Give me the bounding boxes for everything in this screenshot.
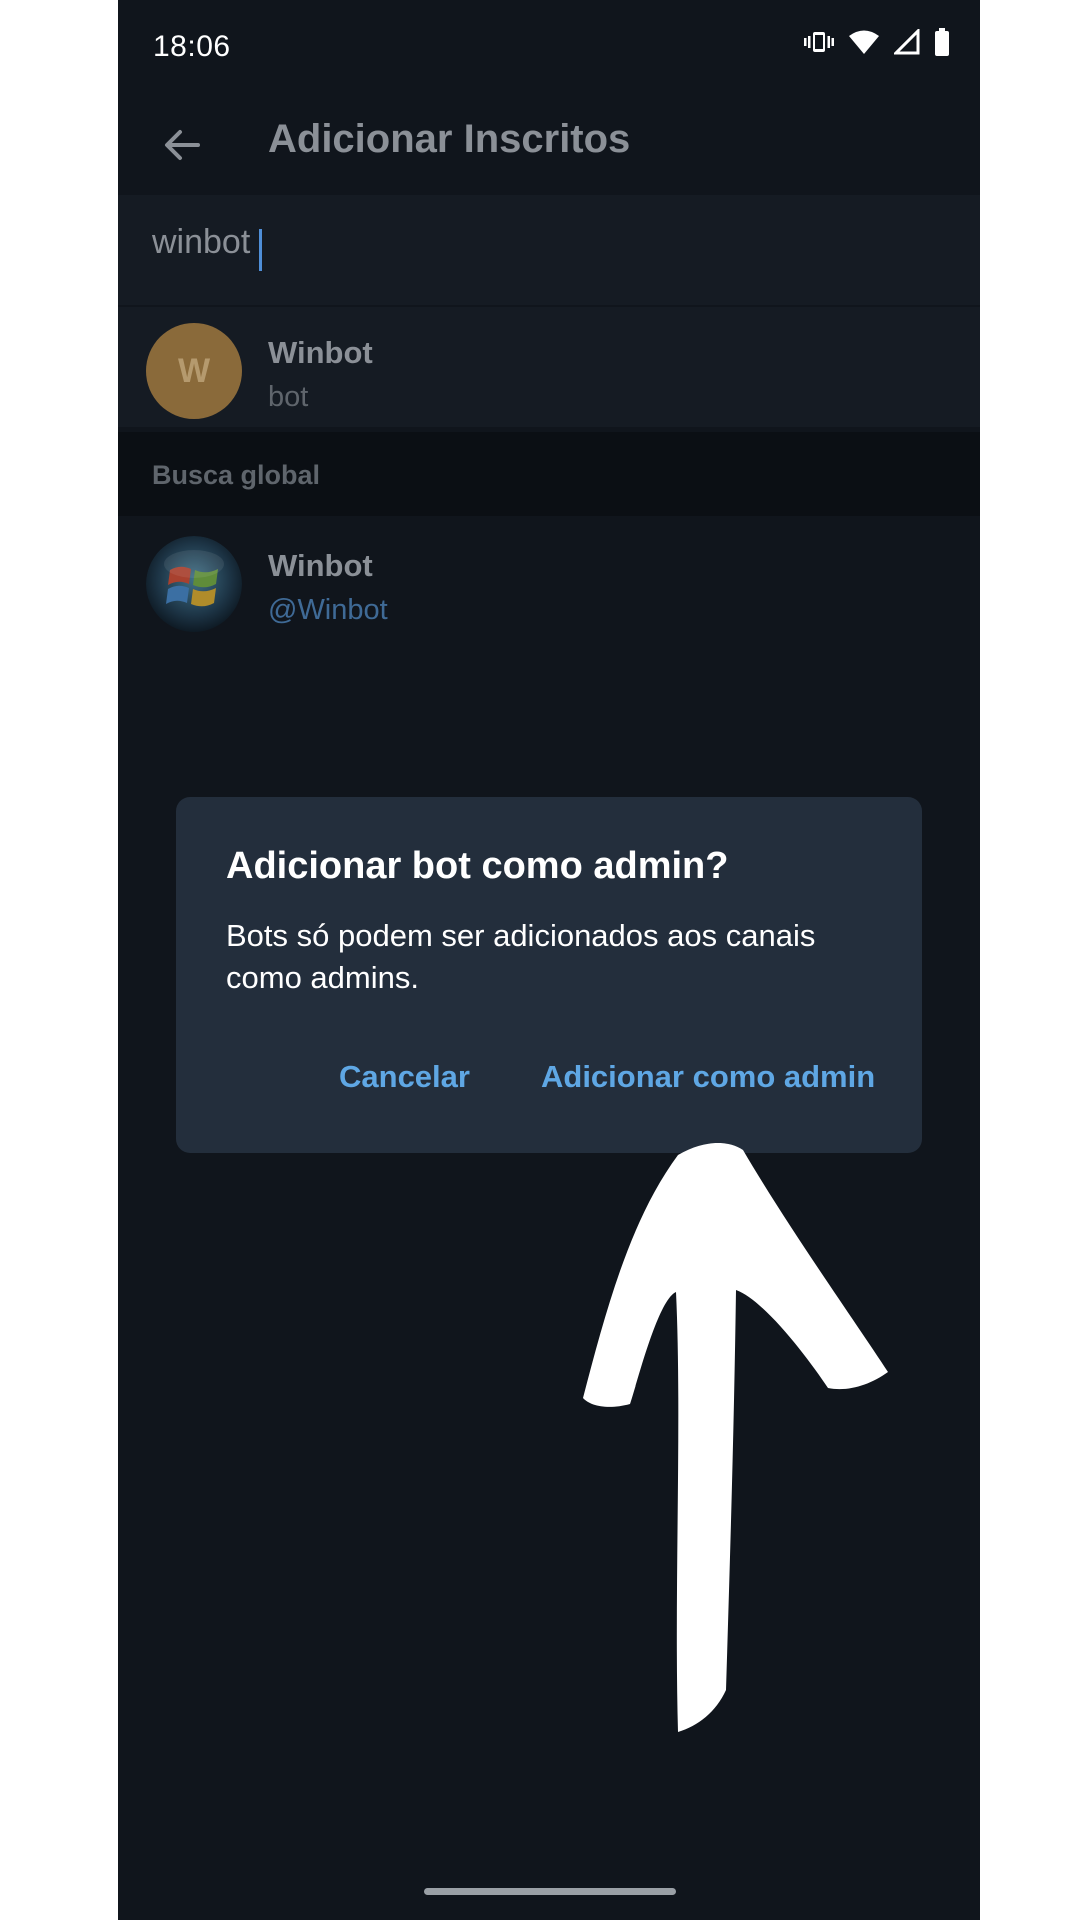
- arrow-up-icon: [583, 1143, 888, 1732]
- phone-screen: 18:06 Adicionar Inscritos winbot W Winbo…: [118, 0, 980, 1920]
